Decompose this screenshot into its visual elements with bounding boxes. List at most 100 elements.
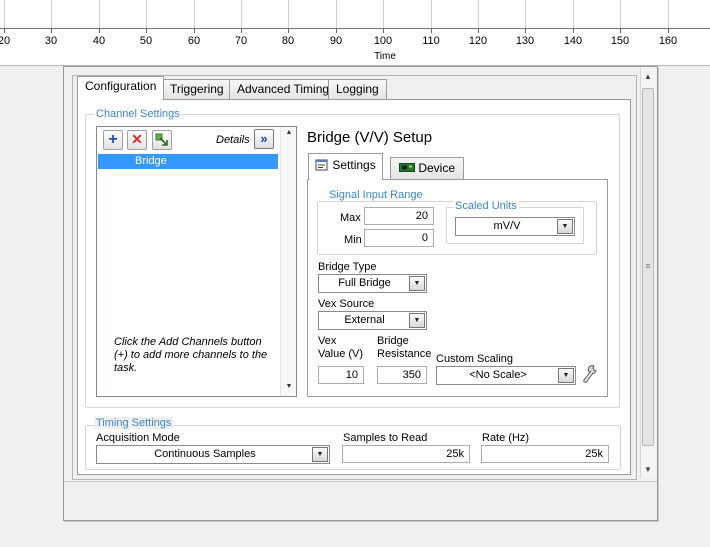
delete-x-icon: ✕ — [131, 131, 143, 147]
settings-icon — [315, 159, 328, 171]
wrench-icon[interactable] — [581, 364, 599, 384]
axis-tick — [668, 29, 669, 33]
divider — [64, 481, 657, 482]
details-label: Details — [216, 134, 250, 146]
bridge-resistance-input[interactable]: 350 — [377, 366, 427, 384]
chevron-down-icon: ▼ — [409, 313, 425, 328]
grid-line — [241, 0, 242, 28]
vex-source-select[interactable]: External ▼ — [318, 311, 427, 330]
bridge-type-value: Full Bridge — [338, 277, 391, 289]
list-scroll-down-icon[interactable]: ▼ — [281, 383, 297, 390]
tab-triggering[interactable]: Triggering — [162, 79, 232, 99]
chevron-down-icon: ▼ — [558, 368, 574, 383]
custom-scaling-select[interactable]: <No Scale> ▼ — [436, 366, 576, 385]
grid-line — [383, 0, 384, 28]
vex-value-label-2: Value (V) — [318, 348, 364, 360]
axis-tick — [525, 29, 526, 33]
axis-tick — [99, 29, 100, 33]
channel-list-scrollbar[interactable]: ▲ ▼ — [280, 127, 296, 396]
tab-configuration[interactable]: Configuration — [77, 76, 165, 100]
scroll-grip-icon: ≡ — [645, 261, 651, 271]
grid-line — [431, 0, 432, 28]
axis-tick — [431, 29, 432, 33]
grid-line — [194, 0, 195, 28]
scroll-up-arrow-icon[interactable]: ▲ — [641, 70, 655, 84]
vex-value-label-1: Vex — [318, 335, 337, 347]
scroll-down-arrow-icon[interactable]: ▼ — [641, 463, 655, 477]
acquisition-mode-label: Acquisition Mode — [96, 432, 180, 444]
bridge-type-label: Bridge Type — [318, 261, 377, 273]
setup-title: Bridge (V/V) Setup — [307, 129, 433, 146]
custom-scaling-label: Custom Scaling — [436, 353, 514, 365]
axis-tick — [241, 29, 242, 33]
grid-line — [620, 0, 621, 28]
custom-scaling-value: <No Scale> — [469, 369, 527, 381]
samples-to-read-input[interactable]: 25k — [342, 445, 470, 463]
x-axis-line — [0, 28, 710, 29]
signal-input-range-title: Signal Input Range — [327, 189, 425, 201]
vex-source-value: External — [344, 314, 385, 326]
vex-value-input[interactable]: 10 — [318, 366, 364, 384]
min-input[interactable]: 0 — [364, 229, 434, 247]
channel-settings-title: Channel Settings — [94, 108, 182, 120]
axis-tick — [146, 29, 147, 33]
grid-line — [51, 0, 52, 28]
rate-label: Rate (Hz) — [482, 432, 530, 444]
max-label: Max — [340, 212, 361, 224]
axis-tick — [51, 29, 52, 33]
list-scroll-up-icon[interactable]: ▲ — [281, 129, 297, 136]
details-expand-button[interactable]: » — [254, 129, 274, 149]
acquisition-mode-select[interactable]: Continuous Samples ▼ — [96, 445, 330, 464]
tick-label: 90 — [329, 35, 343, 47]
grid-line — [99, 0, 100, 28]
remove-channel-button[interactable]: ✕ — [127, 130, 147, 150]
subtab-device-label: Device — [418, 161, 456, 175]
scaled-units-title: Scaled Units — [453, 200, 519, 212]
scaled-units-select[interactable]: mV/V ▼ — [455, 217, 575, 236]
max-input[interactable]: 20 — [364, 207, 434, 225]
axis-title: Time — [374, 51, 396, 62]
tick-label: 120 — [468, 35, 488, 47]
tick-label: 100 — [373, 35, 393, 47]
grid-line — [668, 0, 669, 28]
tick-label: 130 — [515, 35, 535, 47]
tick-label: 80 — [281, 35, 295, 47]
tick-label: 110 — [422, 35, 440, 47]
vex-source-label: Vex Source — [318, 298, 375, 310]
add-channel-button[interactable]: + — [103, 130, 123, 150]
add-channel-hint: Click the Add Channels button (+) to add… — [114, 336, 268, 374]
axis-tick — [620, 29, 621, 33]
tick-label: 160 — [658, 35, 678, 47]
axis-tick — [336, 29, 337, 33]
tab-advanced-timing[interactable]: Advanced Timing — [229, 79, 338, 99]
grid-line — [146, 0, 147, 28]
channel-item-bridge[interactable]: Bridge — [98, 154, 278, 169]
tick-label: 150 — [610, 35, 630, 47]
grid-line — [478, 0, 479, 28]
tab-logging[interactable]: Logging — [328, 79, 387, 99]
timing-settings-title: Timing Settings — [94, 417, 174, 429]
tick-label: 140 — [563, 35, 583, 47]
tick-label: 20 — [0, 35, 11, 47]
axis-tick — [194, 29, 195, 33]
acquisition-mode-value: Continuous Samples — [154, 448, 256, 460]
rate-input[interactable]: 25k — [481, 445, 609, 463]
bridge-resistance-label-1: Bridge — [377, 335, 409, 347]
subtab-settings[interactable]: Settings — [308, 153, 383, 180]
scaled-units-value: mV/V — [493, 220, 521, 232]
axis-tick — [4, 29, 5, 33]
bridge-resistance-label-2: Resistance — [377, 348, 432, 360]
axis-tick — [383, 29, 384, 33]
min-label: Min — [344, 234, 362, 246]
tick-label: 60 — [187, 35, 201, 47]
chevron-down-icon: ▼ — [409, 276, 425, 291]
channel-tool-button[interactable] — [152, 130, 172, 150]
chevron-down-icon: ▼ — [557, 219, 573, 234]
bridge-type-select[interactable]: Full Bridge ▼ — [318, 274, 427, 293]
subtab-device[interactable]: Device — [390, 157, 465, 179]
chevron-down-icon: ▼ — [312, 447, 328, 462]
grid-line — [288, 0, 289, 28]
axis-tick — [288, 29, 289, 33]
arrow-down-right-icon — [155, 133, 168, 146]
tick-label: 30 — [44, 35, 58, 47]
